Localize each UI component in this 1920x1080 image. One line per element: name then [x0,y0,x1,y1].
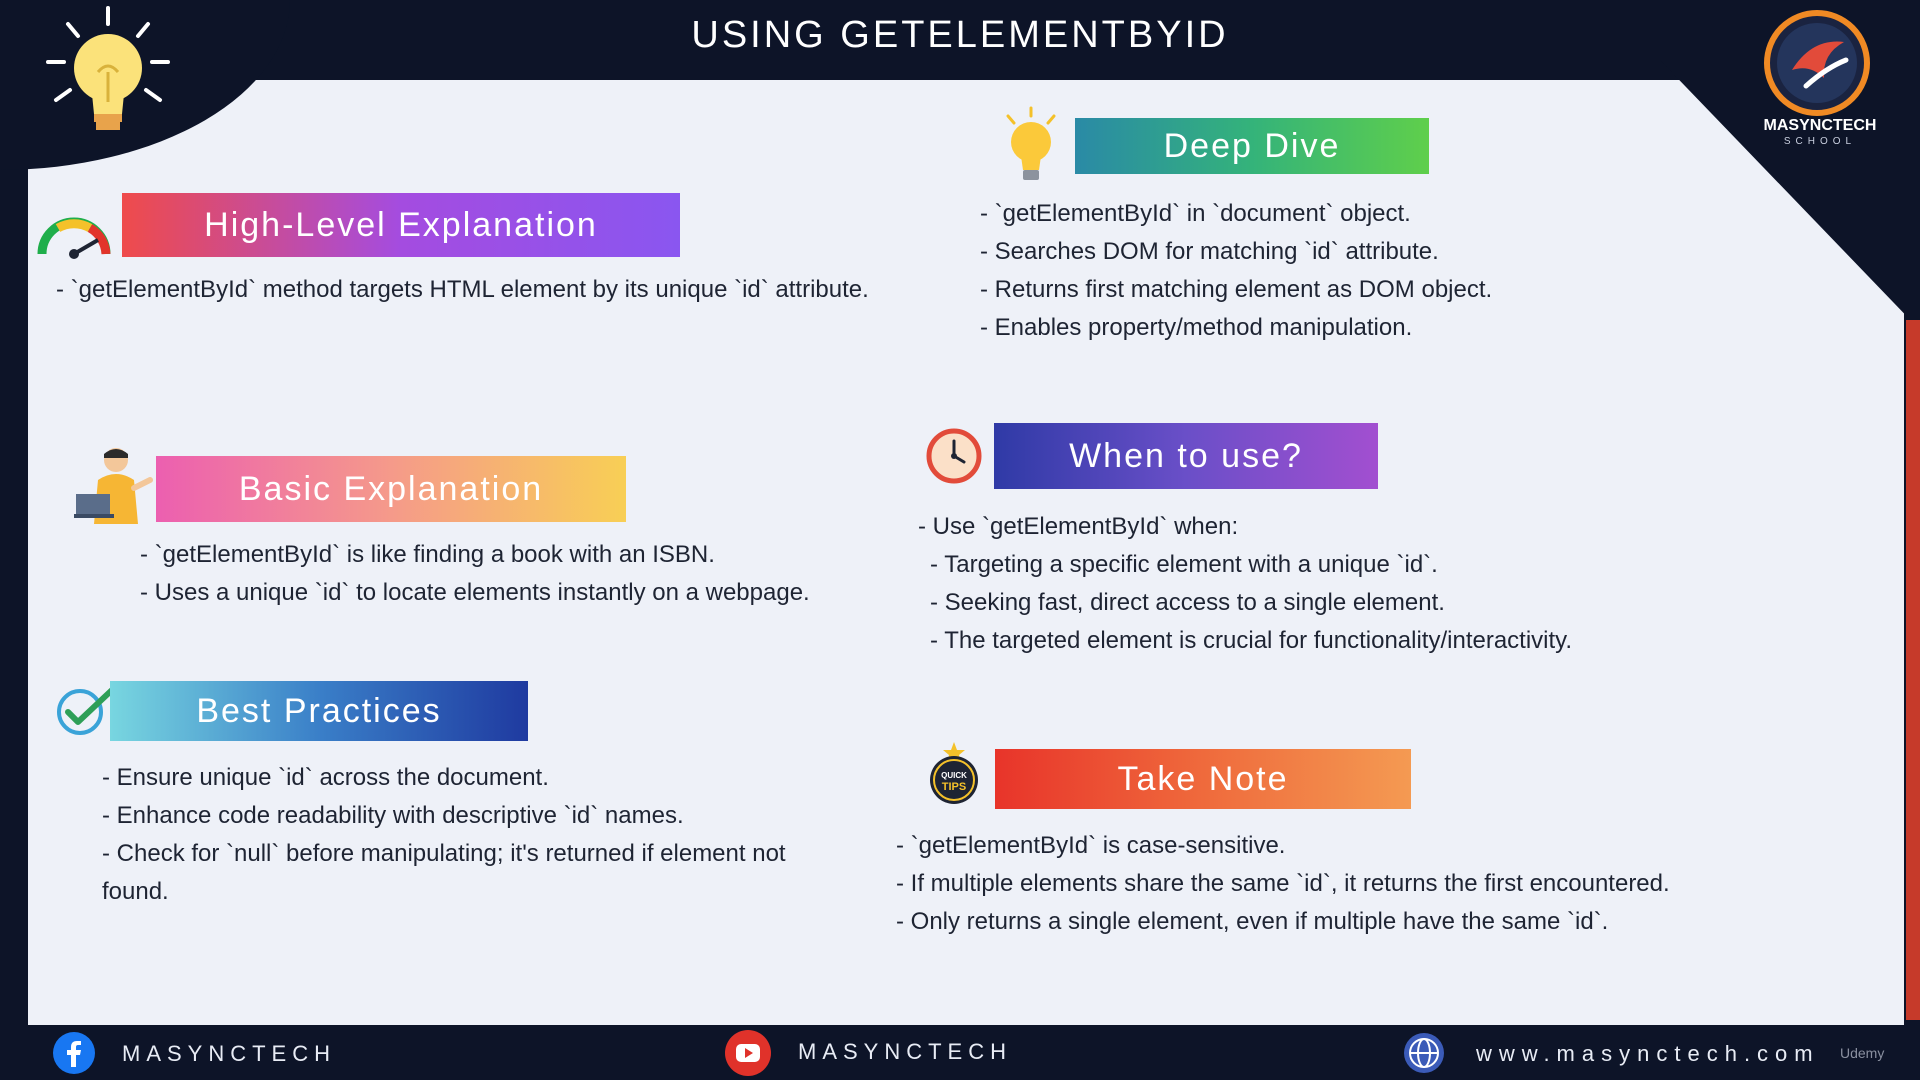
footer-youtube-link[interactable]: MASYNCTECH [798,1039,1012,1065]
person-laptop-icon [74,448,153,524]
deep-dive-line-2: - Searches DOM for matching `id` attribu… [980,238,1439,265]
high-level-line: - `getElementById` method targets HTML e… [56,276,869,303]
when-line-3: - Seeking fast, direct access to a singl… [930,589,1445,616]
note-text: - `getElementById` is case-sensitive. - … [896,827,1670,941]
when-line-4: - The targeted element is crucial for fu… [930,627,1573,654]
when-badge: When to use? [994,423,1378,489]
bulb-small-icon [1006,106,1056,180]
best-line-4: found. [102,878,169,905]
note-label: Take Note [1117,759,1289,798]
lightbulb-icon [46,6,170,130]
note-line-1: - `getElementById` is case-sensitive. [896,832,1286,859]
quick-tips-icon: QUICK TIPS [930,742,978,804]
speedometer-icon [37,217,111,259]
best-badge: Best Practices [110,681,528,741]
deep-dive-label: Deep Dive [1163,126,1341,165]
note-line-2: - If multiple elements share the same `i… [896,870,1670,897]
high-level-text: - `getElementById` method targets HTML e… [56,271,869,309]
when-text: - Use `getElementById` when: - Targeting… [918,508,1572,660]
high-level-label: High-Level Explanation [204,205,598,244]
when-label: When to use? [1069,436,1303,475]
when-line-1: - Use `getElementById` when: [918,513,1239,540]
deep-dive-text: - `getElementById` in `document` object.… [980,195,1492,347]
best-label: Best Practices [196,691,442,730]
page-title: USING GETELEMENTBYID [691,14,1229,56]
quick-tips-line2: TIPS [942,781,966,793]
facebook-icon[interactable] [52,1031,96,1075]
when-line-2: - Targeting a specific element with a un… [930,551,1438,578]
high-level-badge: High-Level Explanation [122,193,680,257]
watermark: Udemy [1840,1045,1885,1061]
logo-brand: MASYNCTECH [1763,117,1877,134]
red-edge-strip [1906,320,1920,1020]
footer-bar: MASYNCTECH MASYNCTECH www.masynctech.com… [0,1025,1920,1080]
best-line-1: - Ensure unique `id` across the document… [102,764,549,791]
deep-dive-line-4: - Enables property/method manipulation. [980,314,1413,341]
deep-dive-badge: Deep Dive [1075,118,1429,174]
deep-dive-line-3: - Returns first matching element as DOM … [980,276,1493,303]
best-text: - Ensure unique `id` across the document… [102,759,786,911]
globe-icon[interactable] [1402,1031,1446,1075]
deep-dive-line-1: - `getElementById` in `document` object. [980,200,1411,227]
footer-website-link[interactable]: www.masynctech.com [1476,1041,1820,1067]
logo-emblem [1764,10,1870,116]
best-line-2: - Enhance code readability with descript… [102,802,684,829]
best-line-3: - Check for `null` before manipulating; … [102,840,786,867]
youtube-icon[interactable] [724,1029,772,1077]
quick-tips-line1: QUICK [941,771,967,780]
basic-text: - `getElementById` is like finding a boo… [140,536,810,612]
checkmark-icon [57,687,115,735]
basic-line-2: - Uses a unique `id` to locate elements … [140,579,810,606]
clock-icon [926,428,982,484]
basic-badge: Basic Explanation [156,456,626,522]
basic-label: Basic Explanation [238,469,544,508]
slide-frame: USING GETELEMENTBYID MASYNCTECH SCHOOL H… [0,0,1920,1080]
note-badge: Take Note [995,749,1411,809]
basic-line-1: - `getElementById` is like finding a boo… [140,541,715,568]
logo-sub: SCHOOL [1783,136,1857,147]
footer-facebook-link[interactable]: MASYNCTECH [122,1041,336,1067]
note-line-3: - Only returns a single element, even if… [896,908,1609,935]
